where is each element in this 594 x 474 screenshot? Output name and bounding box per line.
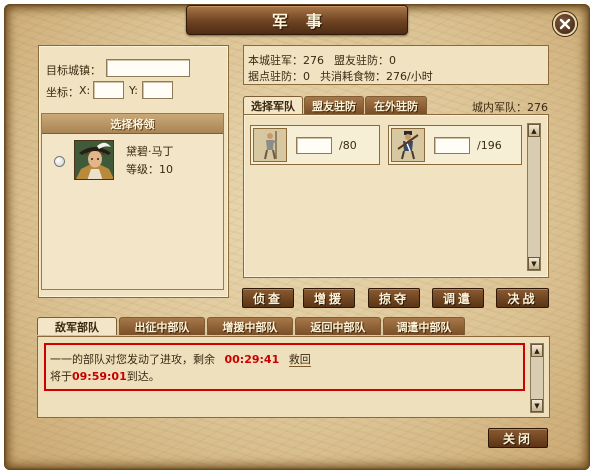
- target-city-input[interactable]: [106, 59, 190, 77]
- tab-ally-garrison[interactable]: 盟友驻防: [304, 96, 364, 114]
- troops-panel: /80 /196 ▲ ▼: [243, 114, 549, 278]
- reinforce-button[interactable]: 增援: [303, 288, 355, 308]
- close-button[interactable]: 关闭: [488, 428, 548, 448]
- scout-button[interactable]: 侦查: [242, 288, 294, 308]
- tab-dispatching-troops[interactable]: 调遣中部队: [383, 317, 465, 335]
- attack-alert-highlight: 一一的部队对您发动了进攻，剩余 00:29:41 救回 将于09:59:01到达…: [44, 343, 525, 391]
- spearman-amount-input[interactable]: [296, 137, 332, 154]
- musketeer-icon: [391, 128, 425, 162]
- tab-select-troops[interactable]: 选择军队: [243, 96, 303, 114]
- x-coord-input[interactable]: [93, 81, 124, 99]
- attack-line-1: 一一的部队对您发动了进攻，剩余 00:29:41 救回: [50, 351, 311, 367]
- remaining-time: 00:29:41: [224, 353, 280, 366]
- musketeer-amount-input[interactable]: [434, 137, 470, 154]
- troops-scrollbar[interactable]: ▲ ▼: [527, 123, 541, 271]
- scroll-up-icon[interactable]: ▲: [528, 124, 540, 137]
- tab-outside-garrison[interactable]: 在外驻防: [365, 96, 427, 114]
- general-radio[interactable]: [54, 156, 65, 167]
- general-portrait[interactable]: [74, 140, 114, 180]
- outpost-garrison-text: 据点驻防：0: [248, 70, 310, 83]
- y-coord-input[interactable]: [142, 81, 173, 99]
- ally-garrison-text: 盟友驻防：0: [334, 54, 396, 67]
- close-icon[interactable]: [553, 12, 577, 36]
- spearman-max: /80: [339, 139, 357, 152]
- attack-line-2: 将于09:59:01到达。: [50, 368, 160, 384]
- general-level: 等级：10: [126, 163, 173, 176]
- enemy-troops-log: 一一的部队对您发动了进攻，剩余 00:29:41 救回 将于09:59:01到达…: [37, 336, 550, 418]
- attack-message: 一一的部队对您发动了进攻，剩余: [50, 353, 215, 366]
- x-label: X:: [79, 84, 91, 97]
- battle-button[interactable]: 决战: [496, 288, 549, 308]
- recall-link[interactable]: 救回: [288, 353, 311, 367]
- log-scrollbar[interactable]: ▲ ▼: [530, 343, 544, 413]
- target-city-label: 目标城镇：: [46, 64, 101, 77]
- city-troops-text: 本城驻军：276: [248, 54, 324, 67]
- general-portrait-art: [75, 141, 113, 179]
- general-select-box: 选择将领 黛碧·马丁 等级：10: [41, 113, 224, 290]
- close-x-glyph: [559, 18, 571, 30]
- window-title: 军事: [271, 12, 340, 31]
- troop-slot-spearman: /80: [250, 125, 380, 165]
- musketeer-art: [397, 131, 419, 160]
- title-banner: 军事: [186, 5, 408, 35]
- spearman-icon: [253, 128, 287, 162]
- scroll-down-icon[interactable]: ▼: [528, 257, 540, 270]
- log-scroll-up-icon[interactable]: ▲: [531, 344, 543, 357]
- food-cost-text: 共消耗食物：276/小时: [320, 70, 433, 83]
- arrival-time: 09:59:01: [72, 370, 127, 383]
- coord-label: 坐标：: [46, 86, 79, 99]
- tab-outgoing-troops[interactable]: 出征中部队: [119, 317, 205, 335]
- plunder-button[interactable]: 掠夺: [368, 288, 420, 308]
- general-name: 黛碧·马丁: [126, 145, 174, 158]
- target-panel: 目标城镇： 坐标： X: Y: 选择将领 黛碧·马丁 等级：10: [38, 45, 229, 298]
- city-troops-count: 城内军队：276: [472, 101, 548, 114]
- tab-enemy-troops[interactable]: 敌军部队: [37, 317, 117, 335]
- log-scroll-down-icon[interactable]: ▼: [531, 399, 543, 412]
- y-label: Y:: [129, 84, 138, 97]
- troop-slot-musketeer: /196: [388, 125, 522, 165]
- arrival-prefix: 将于: [50, 370, 72, 383]
- musketeer-max: /196: [477, 139, 502, 152]
- arrival-suffix: 到达。: [126, 370, 160, 383]
- military-window: 军事 目标城镇： 坐标： X: Y: 选择将领 黛碧·马丁 等级：10 本城驻军…: [0, 0, 594, 474]
- dispatch-button[interactable]: 调遣: [432, 288, 484, 308]
- tab-reinforcing-troops[interactable]: 增援中部队: [207, 317, 293, 335]
- spearman-art: [264, 131, 277, 160]
- general-section-title: 选择将领: [42, 114, 223, 134]
- tab-returning-troops[interactable]: 返回中部队: [295, 317, 381, 335]
- garrison-info-panel: 本城驻军：276 盟友驻防：0 据点驻防：0 共消耗食物：276/小时: [243, 45, 549, 85]
